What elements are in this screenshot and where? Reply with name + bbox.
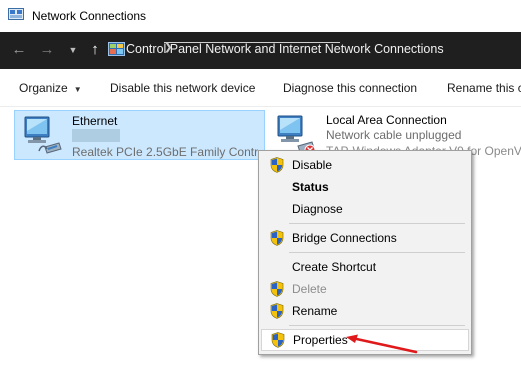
uac-shield-icon	[270, 303, 284, 319]
adapter-name: Local Area Connection	[326, 113, 447, 127]
network-adapter-icon	[24, 116, 62, 154]
menu-item-label: Create Shortcut	[292, 260, 377, 274]
menu-separator	[289, 252, 465, 253]
address-bar: ← → ▼ ↑ ❯ Control Panel ❯ Network and In…	[0, 32, 521, 69]
organize-menu-button[interactable]: Organize ▼	[19, 81, 82, 95]
menu-item-label: Disable	[292, 158, 333, 172]
menu-separator	[289, 325, 465, 326]
menu-item-status[interactable]: Status	[261, 176, 469, 198]
menu-separator	[289, 223, 465, 224]
disable-device-button[interactable]: Disable this network device	[110, 81, 255, 95]
recent-locations-chevron-icon[interactable]: ▼	[64, 41, 82, 59]
menu-item-rename[interactable]: Rename	[261, 300, 469, 322]
menu-item-diagnose[interactable]: Diagnose	[261, 198, 469, 220]
menu-item-disable[interactable]: Disable	[261, 154, 469, 176]
breadcrumb-separator-icon[interactable]: ❯	[164, 42, 340, 53]
context-menu: Disable Status Diagnose Bridge Connectio…	[258, 150, 472, 355]
back-arrow-icon[interactable]: ←	[10, 41, 28, 59]
forward-arrow-icon[interactable]: →	[38, 41, 56, 59]
rename-connection-button[interactable]: Rename this c	[447, 81, 521, 95]
adapter-status: Network cable unplugged	[326, 128, 462, 142]
title-bar: Network Connections	[0, 0, 521, 32]
organize-label: Organize	[19, 81, 68, 95]
command-bar: Organize ▼ Disable this network device Di…	[0, 69, 521, 107]
breadcrumb: ❯ Control Panel ❯ Network and Internet ❯…	[126, 42, 444, 56]
menu-item-label: Bridge Connections	[292, 231, 397, 245]
menu-item-create-shortcut[interactable]: Create Shortcut	[261, 256, 469, 278]
uac-shield-icon	[271, 332, 285, 348]
menu-item-label: Delete	[292, 282, 327, 296]
menu-item-label: Rename	[292, 304, 338, 318]
breadcrumb-network-connections[interactable]: Network Connections	[325, 42, 444, 56]
window-title: Network Connections	[32, 9, 147, 23]
menu-item-delete: Delete	[261, 278, 469, 300]
uac-shield-icon	[270, 157, 284, 173]
breadcrumb-network-and-internet[interactable]: Network and Internet	[205, 42, 321, 56]
redacted-status	[72, 129, 120, 142]
menu-item-label: Diagnose	[292, 202, 343, 216]
network-connections-icon	[8, 8, 24, 20]
adapter-device: Realtek PCIe 2.5GbE Family Contr...	[72, 145, 268, 159]
uac-shield-icon	[270, 281, 284, 297]
control-panel-icon	[108, 42, 125, 56]
ethernet-adapter-item[interactable]: Ethernet Realtek PCIe 2.5GbE Family Cont…	[14, 110, 268, 160]
adapter-name: Ethernet	[72, 114, 118, 128]
annotation-arrow-icon	[346, 334, 418, 354]
uac-shield-icon	[270, 230, 284, 246]
diagnose-connection-button[interactable]: Diagnose this connection	[283, 81, 417, 95]
menu-item-label: Status	[292, 180, 329, 194]
menu-item-bridge-connections[interactable]: Bridge Connections	[261, 227, 469, 249]
dropdown-caret-icon: ▼	[73, 85, 82, 94]
up-arrow-icon[interactable]: ↑	[86, 41, 104, 59]
